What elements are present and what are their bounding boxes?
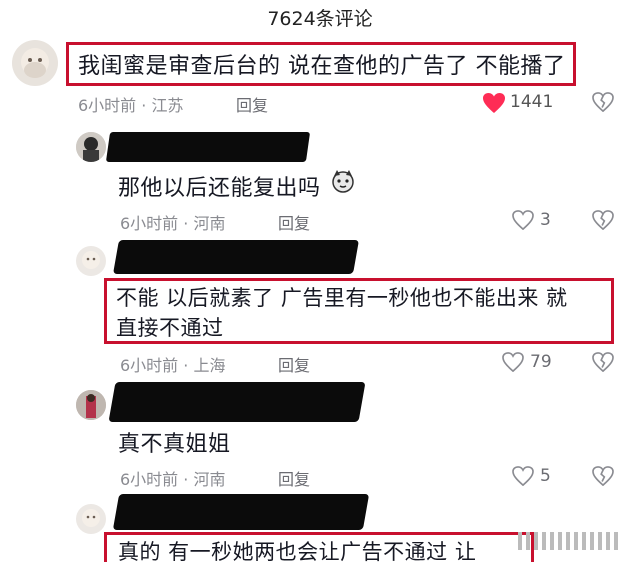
comment-text: 我闺蜜是审查后台的 说在查他的广告了 不能播了 [78, 54, 566, 79]
heart-icon[interactable] [512, 466, 534, 486]
avatar[interactable] [76, 504, 106, 534]
reply-button[interactable]: 回复 [236, 92, 268, 116]
dislike-icon[interactable] [592, 92, 614, 112]
comment-timestamp: 6小时前 · 上海 [120, 356, 226, 375]
comment-timestamp: 6小时前 · 江苏 [78, 96, 184, 115]
avatar[interactable] [76, 390, 106, 420]
comment-text: 真不真姐姐 [118, 432, 231, 457]
redacted-username [105, 132, 311, 162]
like-count: 3 [540, 210, 551, 230]
avatar[interactable] [76, 132, 106, 162]
heart-icon[interactable] [482, 92, 506, 114]
watermark-logo [518, 530, 628, 552]
redacted-username [112, 494, 370, 530]
like-count: 5 [540, 466, 551, 486]
avatar[interactable] [76, 246, 106, 276]
comment-text-line1: 不能 以后就素了 广告里有一秒他也不能出来 就 [116, 286, 568, 310]
emoji-icon [330, 168, 356, 194]
comment-timestamp: 6小时前 · 河南 [120, 214, 226, 233]
redacted-username [113, 240, 359, 274]
dislike-icon[interactable] [592, 466, 614, 486]
redacted-username [108, 382, 366, 422]
comment-count-title: 7624条评论 [267, 8, 373, 30]
comment-text-line2: 直接不通过 [116, 316, 224, 340]
reply-button[interactable]: 回复 [278, 210, 310, 234]
reply-button[interactable]: 回复 [278, 352, 310, 376]
heart-icon[interactable] [512, 210, 534, 230]
reply-button[interactable]: 回复 [278, 466, 310, 490]
dislike-icon[interactable] [592, 210, 614, 230]
comment-text: 那他以后还能复出吗 [118, 176, 321, 201]
avatar[interactable] [12, 40, 58, 86]
dislike-icon[interactable] [592, 352, 614, 372]
like-count: 79 [530, 352, 552, 372]
like-count: 1441 [510, 92, 554, 112]
comment-text: 真的 有一秒她两也会让广告不通过 让 [118, 540, 477, 564]
heart-icon[interactable] [502, 352, 524, 372]
comment-timestamp: 6小时前 · 河南 [120, 470, 226, 489]
